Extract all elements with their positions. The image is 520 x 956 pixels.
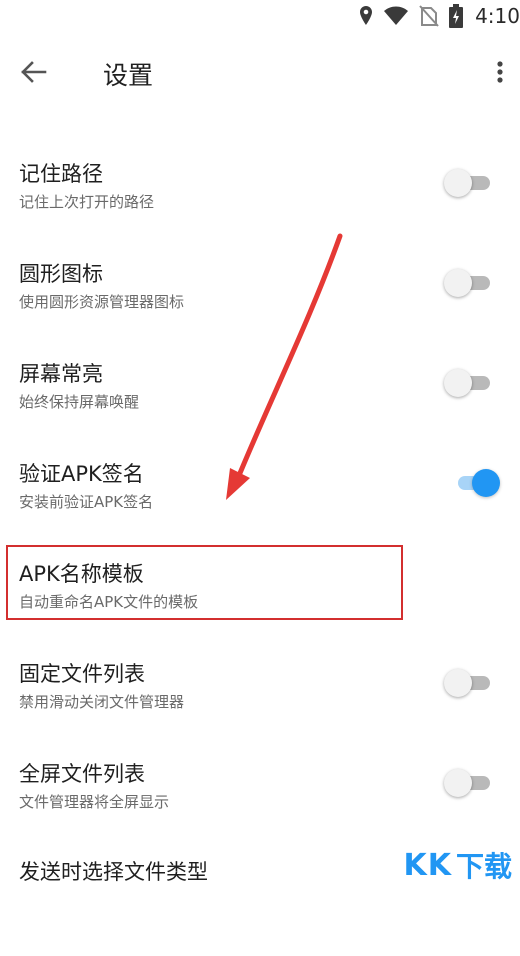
setting-title: 屏幕常亮 — [19, 362, 103, 386]
setting-summary: 使用圆形资源管理器图标 — [19, 293, 185, 311]
fullscreen-file-list-toggle[interactable] — [444, 767, 494, 797]
more-options-button[interactable] — [486, 56, 514, 92]
highlight-box — [6, 545, 403, 620]
location-icon — [359, 5, 373, 27]
round-icons-toggle[interactable] — [444, 267, 494, 297]
setting-pin-file-list[interactable]: 固定文件列表 禁用滑动关闭文件管理器 — [0, 658, 520, 758]
back-button[interactable] — [14, 56, 54, 92]
battery-charging-icon — [449, 4, 464, 28]
setting-summary: 禁用滑动关闭文件管理器 — [19, 693, 185, 711]
setting-remember-path[interactable]: 记住路径 记住上次打开的路径 — [0, 158, 520, 258]
verify-apk-signature-toggle[interactable] — [452, 467, 502, 497]
no-sim-icon — [419, 5, 439, 27]
watermark-label: 下载 — [455, 850, 512, 883]
page-title: 设置 — [103, 61, 154, 90]
setting-title: 固定文件列表 — [19, 662, 145, 686]
setting-summary: 始终保持屏幕唤醒 — [19, 393, 140, 411]
setting-verify-apk-signature[interactable]: 验证APK签名 安装前验证APK签名 — [0, 458, 520, 558]
wifi-icon — [383, 6, 409, 26]
keep-screen-on-toggle[interactable] — [444, 367, 494, 397]
more-vert-icon — [496, 60, 504, 88]
app-bar: 设置 — [0, 34, 520, 114]
setting-summary: 记住上次打开的路径 — [19, 193, 155, 211]
setting-round-icons[interactable]: 圆形图标 使用圆形资源管理器图标 — [0, 258, 520, 358]
setting-title: 圆形图标 — [19, 262, 103, 286]
setting-title: 发送时选择文件类型 — [19, 860, 208, 884]
watermark-kk: KK — [403, 847, 452, 883]
setting-summary: 安装前验证APK签名 — [19, 493, 154, 511]
setting-summary: 文件管理器将全屏显示 — [19, 793, 170, 811]
status-bar: 4:10 — [0, 0, 520, 34]
remember-path-toggle[interactable] — [444, 167, 494, 197]
setting-fullscreen-file-list[interactable]: 全屏文件列表 文件管理器将全屏显示 — [0, 758, 520, 858]
setting-title: 全屏文件列表 — [19, 762, 145, 786]
watermark-logo: KK 下载 — [403, 845, 512, 885]
status-time: 4:10 — [475, 4, 520, 28]
setting-title: 记住路径 — [19, 162, 103, 186]
arrow-left-icon — [21, 61, 47, 87]
setting-title: 验证APK签名 — [19, 462, 144, 486]
pin-file-list-toggle[interactable] — [444, 667, 494, 697]
setting-keep-screen-on[interactable]: 屏幕常亮 始终保持屏幕唤醒 — [0, 358, 520, 458]
